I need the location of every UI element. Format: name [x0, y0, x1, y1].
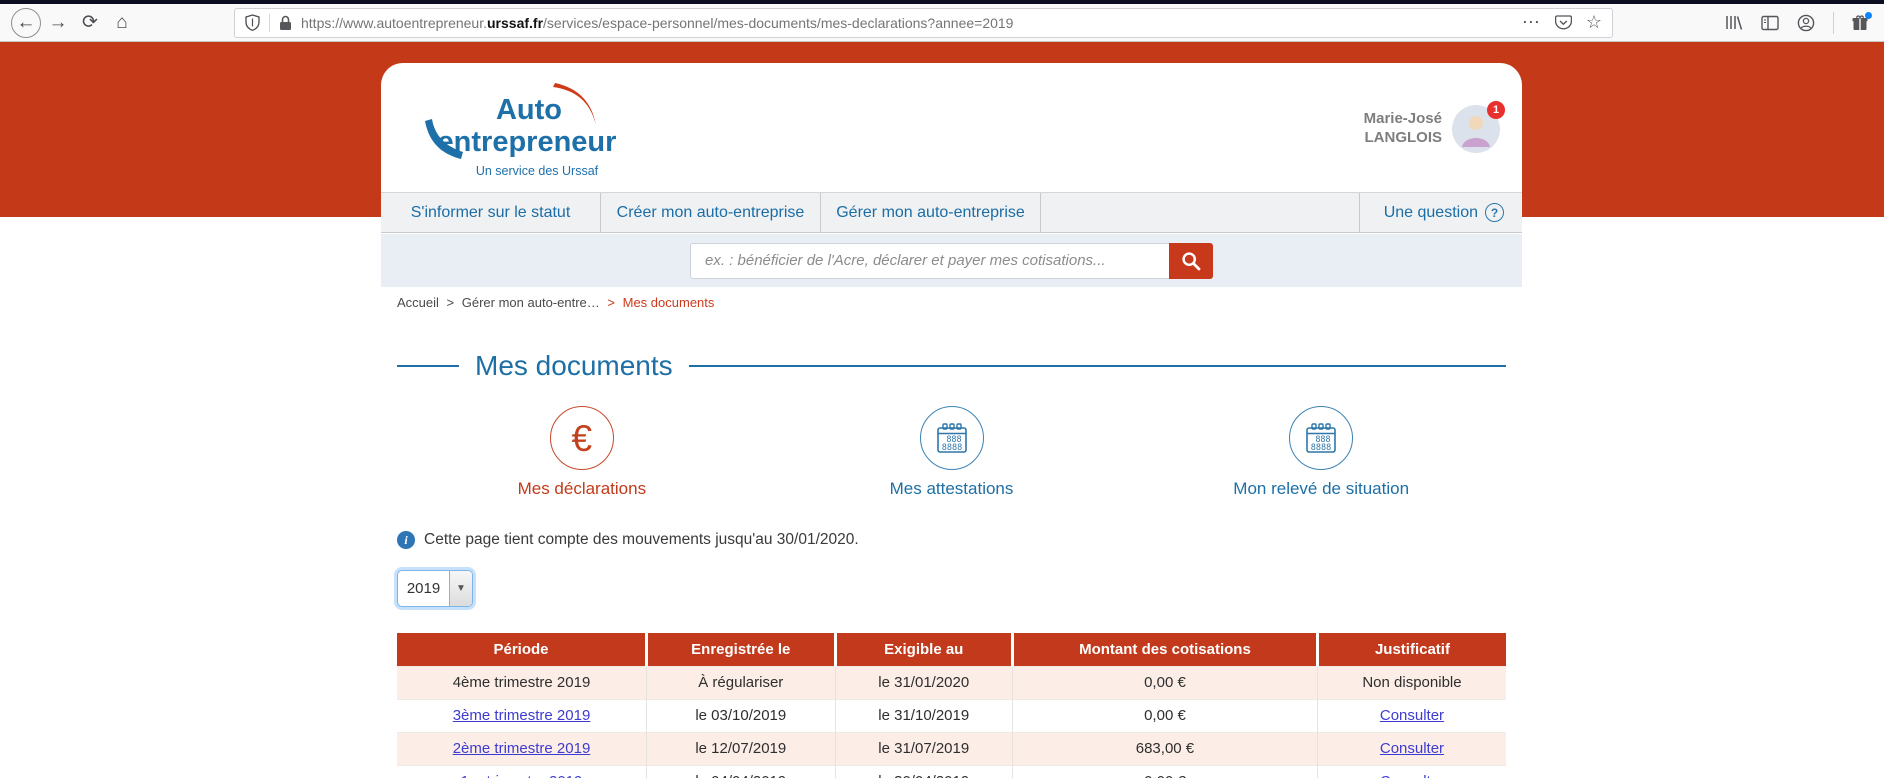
sidebar-toggle-icon[interactable]: [1761, 15, 1779, 31]
cell-enregistree: le 03/10/2019: [647, 699, 836, 732]
calendar-icon: 8888888: [1303, 421, 1339, 455]
cell-montant: 0,00 €: [1012, 699, 1317, 732]
cell-periode: 4ème trimestre 2019: [397, 666, 647, 699]
cell-justificatif-link[interactable]: Consulter: [1380, 773, 1444, 778]
search-button[interactable]: [1169, 243, 1213, 279]
forward-button[interactable]: →: [42, 7, 74, 39]
svg-text:8888: 8888: [1311, 443, 1331, 453]
col-exigible: Exigible au: [835, 633, 1012, 666]
breadcrumb-gerer[interactable]: Gérer mon auto-entre…: [462, 295, 600, 310]
cell-periode-link[interactable]: 1er trimestre 2019: [461, 773, 583, 778]
title-rule-left: [397, 365, 459, 367]
table-row: 4ème trimestre 2019À régulariserle 31/01…: [397, 666, 1506, 699]
col-justificatif: Justificatif: [1317, 633, 1506, 666]
col-periode: Période: [397, 633, 647, 666]
cell-montant: 683,00 €: [1012, 732, 1317, 765]
tab-mon-releve-de-situation[interactable]: 8888888 Mon relevé de situation: [1136, 406, 1506, 499]
cell-justificatif: Consulter: [1317, 699, 1506, 732]
pocket-icon[interactable]: [1555, 15, 1572, 31]
year-select-value: 2019: [398, 571, 449, 606]
calendar-icon: 8888888: [934, 421, 970, 455]
svg-text:Un service des Urssaf: Un service des Urssaf: [476, 164, 599, 178]
cell-justificatif: Consulter: [1317, 732, 1506, 765]
breadcrumb-accueil[interactable]: Accueil: [397, 295, 439, 310]
page-background: Auto entrepreneur Un service des Urssaf …: [0, 42, 1884, 777]
breadcrumb-current: Mes documents: [623, 295, 715, 310]
account-icon[interactable]: [1797, 14, 1815, 32]
user-name: Marie-José LANGLOIS: [1364, 110, 1442, 148]
whats-new-gift-icon[interactable]: [1852, 15, 1868, 31]
cell-justificatif: Consulter: [1317, 765, 1506, 778]
svg-text:entrepreneur: entrepreneur: [438, 126, 617, 158]
nav-item-gerer[interactable]: Gérer mon auto-entreprise: [821, 193, 1041, 232]
table-body: 4ème trimestre 2019À régulariserle 31/01…: [397, 666, 1506, 778]
declarations-table: Période Enregistrée le Exigible au Monta…: [397, 633, 1506, 778]
cell-exigible: le 31/07/2019: [835, 732, 1012, 765]
browser-toolbar: ← → ⟳ ⌂ https://www.autoentrepreneur.urs…: [0, 4, 1884, 42]
back-button[interactable]: ←: [10, 7, 42, 39]
info-icon: i: [397, 531, 415, 549]
avatar[interactable]: 1: [1452, 105, 1500, 153]
search-band: [381, 234, 1522, 287]
col-montant: Montant des cotisations: [1012, 633, 1317, 666]
cell-periode: 3ème trimestre 2019: [397, 699, 647, 732]
reload-button[interactable]: ⟳: [74, 7, 106, 39]
cell-justificatif-link[interactable]: Consulter: [1380, 740, 1444, 757]
bookmark-star-icon[interactable]: ☆: [1586, 12, 1602, 33]
table-row: 1er trimestre 2019 le 04/04/2019le 30/04/…: [397, 765, 1506, 778]
cell-periode: 2ème trimestre 2019: [397, 732, 647, 765]
cell-exigible: le 30/04/2019: [835, 765, 1012, 778]
col-enregistree: Enregistrée le: [647, 633, 836, 666]
svg-text:Auto: Auto: [496, 94, 562, 126]
page-actions-icon[interactable]: ⋯: [1522, 12, 1541, 33]
svg-text:8888: 8888: [941, 443, 961, 453]
breadcrumb: Accueil > Gérer mon auto-entre… > Mes do…: [397, 295, 1506, 310]
euro-icon: €: [572, 420, 593, 457]
table-row: 2ème trimestre 2019 le 12/07/2019le 31/07…: [397, 732, 1506, 765]
search-input[interactable]: [690, 243, 1169, 279]
cell-justificatif: Non disponible: [1317, 666, 1506, 699]
table-header-row: Période Enregistrée le Exigible au Monta…: [397, 633, 1506, 666]
site-logo[interactable]: Auto entrepreneur Un service des Urssaf: [409, 79, 639, 194]
tab-mes-declarations[interactable]: € Mes déclarations: [397, 406, 767, 499]
address-bar[interactable]: https://www.autoentrepreneur.urssaf.fr/s…: [234, 8, 1613, 38]
document-tabs: € Mes déclarations 8888888 Mes attestati…: [397, 406, 1506, 499]
cell-exigible: le 31/10/2019: [835, 699, 1012, 732]
notification-badge: 1: [1487, 101, 1505, 119]
nav-item-sinformer[interactable]: S'informer sur le statut: [381, 193, 601, 232]
cell-periode: 1er trimestre 2019: [397, 765, 647, 778]
notification-dot: [1865, 12, 1872, 19]
main-nav: S'informer sur le statut Créer mon auto-…: [381, 192, 1522, 233]
cell-montant: 0,00 €: [1012, 666, 1317, 699]
site-card: Auto entrepreneur Un service des Urssaf …: [381, 63, 1522, 778]
toolbar-separator: [1833, 12, 1834, 34]
chevron-down-icon: ▼: [449, 571, 472, 606]
title-rule-right: [689, 365, 1506, 367]
home-button[interactable]: ⌂: [106, 7, 138, 39]
cell-periode-link[interactable]: 2ème trimestre 2019: [453, 740, 591, 757]
nav-help[interactable]: Une question ?: [1359, 193, 1522, 232]
urlbar-divider: [269, 14, 270, 32]
cell-montant: 0,00 €: [1012, 765, 1317, 778]
cell-enregistree: le 12/07/2019: [647, 732, 836, 765]
info-text: Cette page tient compte des mouvements j…: [424, 531, 859, 549]
tab-mes-attestations[interactable]: 8888888 Mes attestations: [767, 406, 1137, 499]
cell-justificatif-link[interactable]: Consulter: [1380, 707, 1444, 724]
library-icon[interactable]: [1725, 14, 1743, 31]
cell-enregistree: le 04/04/2019: [647, 765, 836, 778]
user-account[interactable]: Marie-José LANGLOIS 1: [1364, 105, 1500, 153]
page-title: Mes documents: [475, 350, 673, 382]
cell-enregistree: À régulariser: [647, 666, 836, 699]
year-select[interactable]: 2019 ▼: [397, 570, 473, 607]
table-row: 3ème trimestre 2019 le 03/10/2019le 31/10…: [397, 699, 1506, 732]
tracking-shield-icon[interactable]: [245, 14, 260, 31]
nav-item-creer[interactable]: Créer mon auto-entreprise: [601, 193, 821, 232]
url-text: https://www.autoentrepreneur.urssaf.fr/s…: [301, 15, 1513, 31]
cell-periode-link[interactable]: 3ème trimestre 2019: [453, 707, 591, 724]
search-icon: [1181, 251, 1201, 271]
cell-exigible: le 31/01/2020: [835, 666, 1012, 699]
lock-icon[interactable]: [279, 15, 292, 31]
question-mark-icon: ?: [1485, 203, 1504, 222]
